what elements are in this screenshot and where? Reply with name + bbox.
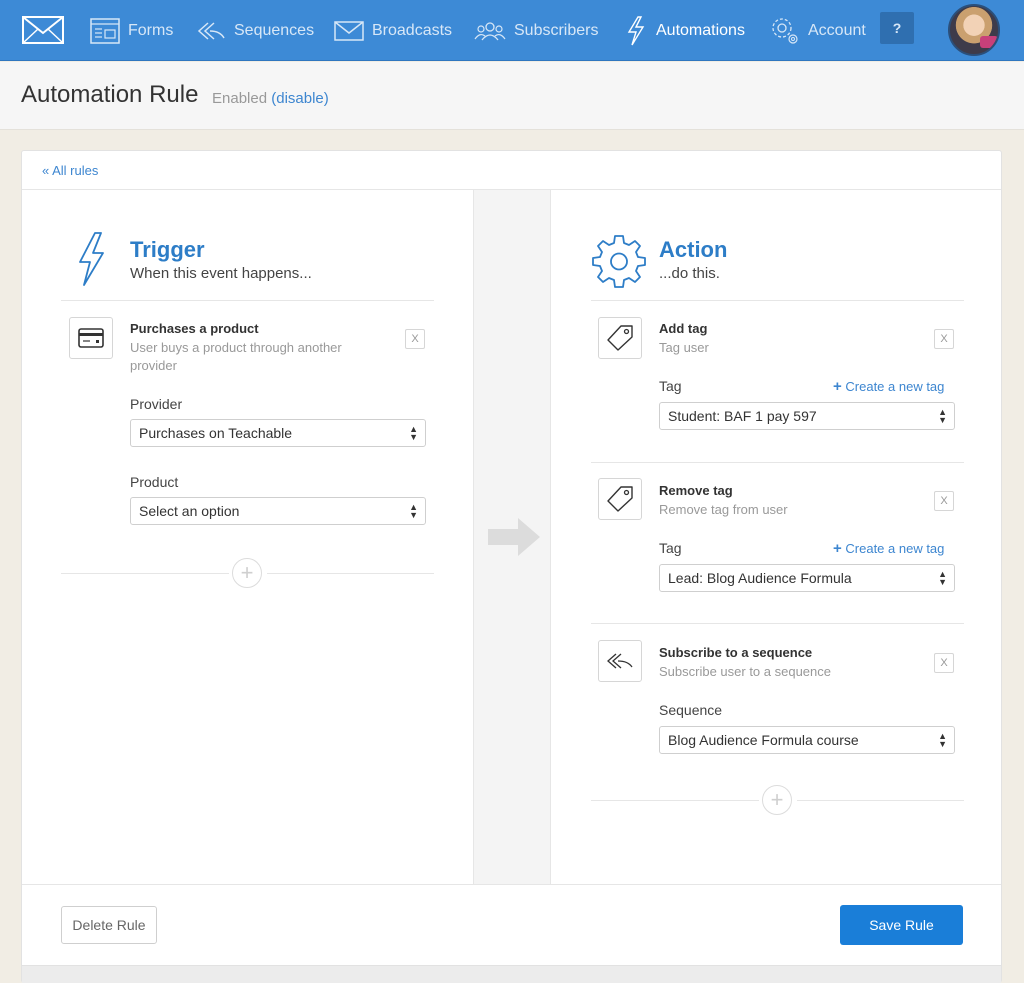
trigger-item-icon xyxy=(69,317,113,359)
sequences-icon xyxy=(607,653,633,669)
forms-icon xyxy=(90,17,120,44)
nav-subscribers-label: Subscribers xyxy=(514,21,599,39)
status-badge: Enabled xyxy=(212,90,268,107)
subscribers-icon xyxy=(474,21,506,40)
remove-tag-select[interactable]: Lead: Blog Audience Formula ▲ ▼ xyxy=(659,564,955,592)
select-caret-icon: ▲ ▼ xyxy=(938,407,947,425)
subscribe-sequence-item-icon xyxy=(598,640,642,682)
trigger-add-line-left xyxy=(61,573,229,574)
page-header: Automation Rule Enabled (disable) xyxy=(0,62,1024,130)
top-nav: Forms Sequences Broadcasts Subscribers A… xyxy=(0,0,1024,61)
gear-icon xyxy=(592,235,646,288)
nav-account[interactable]: Account xyxy=(770,0,866,61)
nav-subscribers[interactable]: Subscribers xyxy=(474,0,598,61)
disable-link[interactable]: (disable) xyxy=(271,90,329,107)
action-divider xyxy=(591,300,964,301)
nav-account-label: Account xyxy=(808,21,866,39)
trigger-item-title: Purchases a product xyxy=(130,321,259,336)
action-subtitle: ...do this. xyxy=(659,265,720,282)
trigger-add-line-right xyxy=(267,573,434,574)
sequence-select-value: Blog Audience Formula course xyxy=(668,732,859,748)
provider-select-value: Purchases on Teachable xyxy=(139,425,293,441)
add-tag-select[interactable]: Student: BAF 1 pay 597 ▲ ▼ xyxy=(659,402,955,430)
create-tag-link[interactable]: + Create a new tag xyxy=(833,378,944,395)
action-item-divider xyxy=(591,462,964,463)
action-add-line-right xyxy=(797,800,964,801)
add-tag-title: Add tag xyxy=(659,321,708,336)
add-tag-description: Tag user xyxy=(659,340,709,355)
add-tag-field-label: Tag xyxy=(659,378,682,394)
add-trigger-button[interactable]: + xyxy=(232,558,262,588)
remove-tag-item-icon xyxy=(598,478,642,520)
nav-sequences[interactable]: Sequences xyxy=(196,0,314,61)
action-title: Action xyxy=(659,237,728,262)
broadcasts-icon xyxy=(334,20,364,41)
tag-icon xyxy=(607,486,633,512)
remove-tag-description: Remove tag from user xyxy=(659,502,788,517)
remove-tag-title: Remove tag xyxy=(659,483,733,498)
select-caret-icon: ▲ ▼ xyxy=(409,502,418,520)
select-caret-icon: ▲ ▼ xyxy=(409,424,418,442)
remove-add-tag-button[interactable]: X xyxy=(934,329,954,349)
select-caret-icon: ▲ ▼ xyxy=(938,569,947,587)
sequence-select[interactable]: Blog Audience Formula course ▲ ▼ xyxy=(659,726,955,754)
add-tag-item-icon xyxy=(598,317,642,359)
mail-logo-icon[interactable] xyxy=(22,14,64,46)
subscribe-sequence-description: Subscribe user to a sequence xyxy=(659,664,831,679)
card-bottom-bar xyxy=(22,965,1001,983)
rule-card: « All rules Trigger When this event happ… xyxy=(21,150,1002,983)
rule-status: Enabled (disable) xyxy=(212,90,329,107)
help-button[interactable]: ? xyxy=(880,12,914,44)
create-tag-link-label: Create a new tag xyxy=(845,379,945,394)
trigger-item-description: User buys a product through another prov… xyxy=(130,340,342,373)
sequence-field-label: Sequence xyxy=(659,702,723,718)
provider-select[interactable]: Purchases on Teachable ▲ ▼ xyxy=(130,419,426,447)
product-label: Product xyxy=(130,474,179,490)
credit-card-icon xyxy=(78,328,104,348)
all-rules-link[interactable]: « All rules xyxy=(42,163,98,178)
remove-trigger-button[interactable]: X xyxy=(405,329,425,349)
nav-forms-label: Forms xyxy=(128,21,174,39)
plus-icon: + xyxy=(833,378,842,395)
add-tag-select-value: Student: BAF 1 pay 597 xyxy=(668,408,817,424)
gear-icon xyxy=(772,17,798,44)
footer-divider xyxy=(22,884,1001,885)
nav-broadcasts[interactable]: Broadcasts xyxy=(334,0,452,61)
product-select-value: Select an option xyxy=(139,503,240,519)
lightning-icon xyxy=(79,232,104,286)
flow-divider xyxy=(473,190,551,884)
tag-icon xyxy=(607,325,633,351)
nav-forms[interactable]: Forms xyxy=(90,0,173,61)
avatar[interactable] xyxy=(948,4,1000,56)
trigger-title: Trigger xyxy=(130,237,205,262)
delete-rule-button[interactable]: Delete Rule xyxy=(61,906,157,944)
subscribe-sequence-title: Subscribe to a sequence xyxy=(659,645,813,660)
nav-broadcasts-label: Broadcasts xyxy=(372,21,453,39)
nav-automations[interactable]: Automations xyxy=(624,0,745,61)
select-caret-icon: ▲ ▼ xyxy=(938,731,947,749)
create-tag-link[interactable]: + Create a new tag xyxy=(833,540,944,557)
trigger-subtitle: When this event happens... xyxy=(130,265,312,282)
page-title: Automation Rule xyxy=(21,81,199,108)
action-item-divider xyxy=(591,623,964,624)
create-tag-link-label: Create a new tag xyxy=(845,541,945,556)
automations-icon xyxy=(627,15,645,45)
sequences-icon xyxy=(197,21,225,40)
product-select[interactable]: Select an option ▲ ▼ xyxy=(130,497,426,525)
remove-tag-select-value: Lead: Blog Audience Formula xyxy=(668,570,852,586)
remove-subscribe-sequence-button[interactable]: X xyxy=(934,653,954,673)
nav-automations-label: Automations xyxy=(656,21,745,39)
remove-remove-tag-button[interactable]: X xyxy=(934,491,954,511)
nav-sequences-label: Sequences xyxy=(234,21,315,39)
arrow-right-icon xyxy=(488,518,540,556)
action-add-line-left xyxy=(591,800,759,801)
save-rule-button[interactable]: Save Rule xyxy=(840,905,963,945)
add-action-button[interactable]: + xyxy=(762,785,792,815)
provider-label: Provider xyxy=(130,396,183,412)
remove-tag-field-label: Tag xyxy=(659,540,682,556)
trigger-divider xyxy=(61,300,434,301)
plus-icon: + xyxy=(833,540,842,557)
